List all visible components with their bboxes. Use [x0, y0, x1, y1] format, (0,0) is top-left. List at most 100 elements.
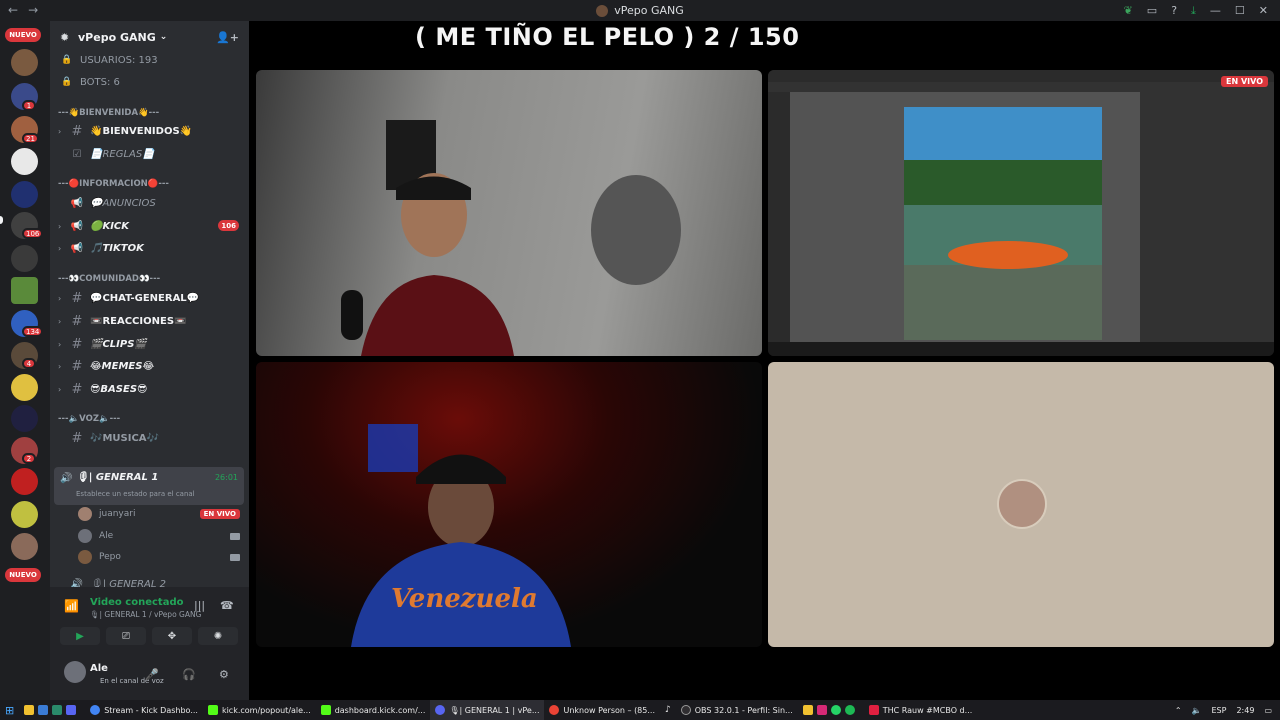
category-informacion[interactable]: ---🔴INFORMACION🔴--- [58, 179, 169, 189]
soundboard-button[interactable]: ✺ [198, 627, 238, 645]
channel-reacciones[interactable]: › # 📼REACCIONES📼 [58, 311, 243, 331]
voice-connected-subtitle[interactable]: 🎙| GENERAL 1 / vPepo GANG [90, 610, 201, 619]
avatar[interactable] [64, 661, 86, 683]
voice-connection-panel: 📶 Video conectado 🎙| GENERAL 1 / vPepo G… [50, 587, 249, 649]
server-icon[interactable] [11, 245, 38, 272]
notes-icon[interactable] [24, 705, 35, 715]
channel-anuncios[interactable]: 📢 💬ANUNCIOS [58, 193, 243, 213]
taskbar-window[interactable]: Unknow Person – (85... [544, 700, 660, 720]
forward-icon[interactable]: → [28, 3, 38, 17]
voice-status-prompt[interactable]: Establece un estado para el canal [76, 490, 195, 498]
leaf-icon[interactable]: ❦ [1124, 4, 1133, 17]
screen-share-button[interactable]: ⎚ [106, 627, 146, 645]
settings-icon[interactable]: ⚙ [219, 668, 229, 681]
server-header[interactable]: ✹ vPepo GANG ⌄ 👤+ [50, 21, 249, 53]
channel-bienvenidos[interactable]: › # 👋BIENVENIDOS👋 [58, 121, 243, 141]
voice-user[interactable]: Ale [78, 526, 240, 546]
category-bienvenida[interactable]: ---👋BIENVENIDA👋--- [58, 108, 159, 118]
voice-user[interactable]: Pepo [78, 547, 240, 567]
tray-arrow-icon[interactable]: ⌃ [1175, 706, 1182, 715]
server-icon[interactable] [11, 148, 38, 175]
mention-count: 106 [22, 228, 44, 239]
volume-icon[interactable]: 🔈 [1192, 706, 1202, 715]
channel-memes[interactable]: › # 😂MEMES😂 [58, 356, 243, 376]
taskbar-window[interactable]: kick.com/popout/ale... [203, 700, 316, 720]
activities-button[interactable]: ✥ [152, 627, 192, 645]
live-badge: EN VIVO [1221, 76, 1268, 87]
explorer-icon[interactable] [38, 705, 49, 715]
disconnect-icon[interactable]: ☎ [220, 599, 234, 612]
chevron-icon: › [58, 293, 62, 303]
category-voz[interactable]: ---🔈VOZ🔈--- [58, 414, 120, 424]
category-comunidad[interactable]: ---👀COMUNIDAD👀--- [58, 274, 160, 284]
server-icon[interactable] [11, 49, 38, 76]
spotify-icon[interactable] [844, 705, 855, 715]
taskbar-window-label: 🎙| GENERAL 1 | vPe... [449, 705, 540, 715]
obs-icon [680, 705, 691, 715]
start-button[interactable]: ⊞ [0, 700, 19, 720]
maximize-icon[interactable]: ☐ [1235, 4, 1245, 17]
video-tile-screen-share[interactable]: EN VIVO [768, 70, 1274, 356]
voice-channel-general1[interactable]: 🔊 🎙| GENERAL 1 26:01 Establece un estado… [54, 467, 244, 505]
new-badge: NUEVO [5, 28, 41, 42]
app-icon[interactable] [66, 705, 77, 715]
channel-musica[interactable]: # 🎶MUSICA🎶 [58, 428, 243, 448]
noise-suppression-icon[interactable]: ||| [194, 599, 205, 612]
instagram-icon[interactable] [816, 705, 827, 715]
store-icon[interactable] [52, 705, 63, 715]
taskbar-window[interactable]: 🎙| GENERAL 1 | vPe... [430, 700, 545, 720]
minimize-icon[interactable]: — [1210, 4, 1221, 17]
invite-people-icon[interactable]: 👤+ [216, 31, 239, 44]
voice-user[interactable]: juanyari EN VIVO [78, 504, 240, 524]
video-tile-avatar-only[interactable] [768, 362, 1274, 647]
inbox-icon[interactable]: ▭ [1147, 4, 1157, 17]
hash-icon: # [71, 336, 83, 352]
server-icon[interactable] [11, 181, 38, 208]
channel-reglas[interactable]: ☑ 📄REGLAS📄 [58, 144, 243, 164]
discord-icon [435, 705, 446, 715]
stat-label: USUARIOS: 193 [80, 54, 158, 66]
server-icon[interactable] [11, 468, 38, 495]
server-icon[interactable] [11, 501, 38, 528]
video-tile-webcam[interactable] [256, 70, 762, 356]
channel-kick[interactable]: › 📢 🟢KICK [58, 216, 243, 236]
selected-pill [0, 216, 3, 224]
taskbar-window[interactable]: THC Rauw #MCBO d... [864, 700, 978, 720]
taskbar-window[interactable]: Stream - Kick Dashbo... [85, 700, 203, 720]
headphones-icon[interactable]: 🎧 [182, 668, 196, 681]
participant-avatar [997, 479, 1047, 529]
channel-label: 📄REGLAS📄 [90, 148, 155, 160]
server-icon[interactable] [11, 533, 38, 560]
channel-chat-general[interactable]: › # 💬CHAT-GENERAL💬 [58, 288, 243, 308]
camera-button[interactable]: ▶ [60, 627, 100, 645]
notification-icon[interactable]: ▭ [1264, 706, 1272, 715]
whatsapp-icon[interactable] [830, 705, 841, 715]
microphone-icon[interactable]: 🎤 [145, 668, 159, 681]
channel-label: 🎬CLIPS🎬 [90, 338, 147, 350]
server-icon[interactable] [11, 405, 38, 432]
close-icon[interactable]: ✕ [1259, 4, 1268, 17]
channel-tiktok[interactable]: › 📢 🎵TIKTOK [58, 238, 243, 258]
channel-bases[interactable]: › # 😎BASES😎 [58, 379, 243, 399]
server-icon[interactable] [11, 374, 38, 401]
taskbar-window-label: Unknow Person – (85... [563, 705, 655, 715]
windows-taskbar: ⊞ Stream - Kick Dashbo... kick.com/popou… [0, 700, 1280, 720]
folder-icon[interactable] [802, 705, 813, 715]
channel-label: 😎BASES😎 [90, 383, 148, 395]
language-indicator[interactable]: ESP [1212, 706, 1227, 715]
signal-icon[interactable]: 📶 [64, 599, 79, 613]
hash-icon: # [71, 430, 83, 446]
video-tile-guest[interactable]: Venezuela [256, 362, 762, 647]
channel-label: 😂MEMES😂 [90, 360, 155, 372]
hash-icon: # [71, 313, 83, 329]
tiktok-icon[interactable]: ♪ [660, 700, 676, 720]
clock[interactable]: 2:49 [1236, 706, 1254, 715]
server-icon[interactable] [11, 277, 38, 304]
taskbar-window[interactable]: dashboard.kick.com/... [316, 700, 431, 720]
help-icon[interactable]: ? [1171, 4, 1177, 17]
download-icon[interactable]: ⤓ [1191, 4, 1196, 18]
server-rail: NUEVO 1 21 106 134 4 2 NUEVO [0, 21, 50, 700]
taskbar-window[interactable]: OBS 32.0.1 - Perfil: Sin... [676, 700, 798, 720]
back-icon[interactable]: ← [8, 3, 18, 17]
channel-clips[interactable]: › # 🎬CLIPS🎬 [58, 334, 243, 354]
